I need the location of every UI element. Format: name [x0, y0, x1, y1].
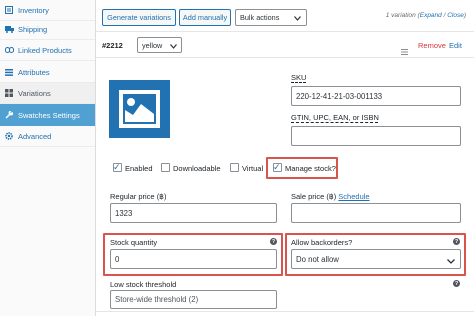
- sidebar-item-label: Attributes: [18, 67, 50, 77]
- variations-toolbar: Generate variations Add manually Bulk ac…: [96, 0, 474, 32]
- help-icon[interactable]: ?: [453, 280, 460, 287]
- enabled-label: Enabled: [125, 164, 153, 173]
- sidebar-item-label: Shipping: [18, 24, 48, 34]
- checkmark-icon: ✓: [273, 162, 281, 172]
- list-icon: [4, 67, 14, 77]
- inventory-icon: [4, 5, 14, 15]
- bulk-actions-select[interactable]: Bulk actions: [235, 9, 307, 26]
- allow-backorders-label: Allow backorders?: [291, 238, 353, 247]
- variation-id: #2212: [102, 41, 123, 50]
- close-link[interactable]: Close: [447, 12, 464, 19]
- edit-variation-link[interactable]: Edit: [449, 41, 462, 50]
- remove-variation-link[interactable]: Remove: [418, 41, 446, 50]
- bulk-actions-value: Bulk actions: [240, 13, 280, 22]
- help-icon[interactable]: ?: [270, 238, 277, 245]
- truck-icon: [4, 24, 14, 34]
- variation-image-button[interactable]: [109, 80, 170, 138]
- gear-icon: [4, 131, 14, 141]
- manage-stock-label: Manage stock?: [285, 164, 336, 173]
- expand-link[interactable]: Expand: [420, 12, 442, 19]
- sidebar-item-label: Linked Products: [18, 45, 72, 55]
- divider: [96, 311, 474, 312]
- enabled-checkbox[interactable]: ✓: [113, 162, 122, 172]
- sidebar-item-variations[interactable]: Variations: [0, 83, 95, 104]
- variation-count: 1 variation (Expand / Close): [386, 12, 466, 19]
- stock-quantity-label: Stock quantity: [110, 238, 158, 247]
- virtual-label: Virtual: [242, 164, 264, 173]
- chevron-down-icon: [170, 42, 177, 51]
- variation-header[interactable]: #2212 yellow Remove Edit: [96, 34, 474, 58]
- grid-icon: [4, 88, 14, 98]
- sidebar-item-label: Inventory: [18, 5, 49, 15]
- sidebar-item-swatches-settings[interactable]: Swatches Settings: [0, 104, 95, 126]
- wrench-icon: [4, 110, 14, 120]
- sale-price-label-wrap: Sale price (฿) Schedule: [291, 192, 370, 201]
- downloadable-label: Downloadable: [173, 164, 221, 173]
- link-icon: [4, 45, 14, 55]
- variations-panel: Generate variations Add manually Bulk ac…: [96, 0, 474, 316]
- checkmark-icon: ✓: [113, 162, 121, 172]
- variation-count-text: 1 variation (: [385, 12, 420, 19]
- gtin-input[interactable]: [291, 126, 461, 146]
- sku-input[interactable]: 220-12-41-21-03-001133: [291, 86, 461, 106]
- allow-backorders-select[interactable]: Do not allow: [291, 249, 461, 269]
- stock-quantity-input[interactable]: 0: [110, 249, 277, 269]
- sidebar-item-attributes[interactable]: Attributes: [0, 62, 95, 83]
- chevron-down-icon: [447, 257, 455, 266]
- chevron-down-icon: [294, 14, 301, 23]
- close-paren-text: ): [463, 12, 466, 19]
- sale-price-input[interactable]: [291, 203, 461, 223]
- virtual-checkbox[interactable]: [230, 163, 239, 172]
- add-manually-button[interactable]: Add manually: [179, 9, 231, 26]
- low-stock-input[interactable]: Store-wide threshold (2): [110, 290, 277, 309]
- allow-backorders-value: Do not allow: [296, 254, 339, 264]
- sidebar-item-inventory[interactable]: Inventory: [0, 0, 95, 21]
- help-icon[interactable]: ?: [453, 238, 460, 245]
- product-data-tabs: Inventory Shipping Linked Products Attri…: [0, 0, 96, 316]
- sidebar-item-label: Swatches Settings: [18, 110, 80, 120]
- sidebar-item-linked-products[interactable]: Linked Products: [0, 40, 95, 61]
- sidebar-item-label: Variations: [18, 88, 51, 98]
- attribute-select[interactable]: yellow: [137, 37, 182, 53]
- gtin-label: GTIN, UPC, EAN, or ISBN: [291, 113, 379, 122]
- sidebar-item-shipping[interactable]: Shipping: [0, 19, 95, 40]
- regular-price-label: Regular price (฿): [110, 192, 167, 201]
- sidebar-item-advanced[interactable]: Advanced: [0, 126, 95, 147]
- regular-price-input[interactable]: 1323: [110, 203, 277, 223]
- sidebar-item-label: Advanced: [18, 131, 52, 141]
- image-placeholder-icon: [119, 90, 160, 128]
- attribute-value: yellow: [142, 40, 163, 50]
- drag-handle-icon[interactable]: [401, 42, 408, 60]
- generate-variations-button[interactable]: Generate variations: [102, 9, 176, 26]
- low-stock-label: Low stock threshold: [110, 280, 177, 289]
- manage-stock-checkbox[interactable]: ✓: [273, 162, 282, 172]
- downloadable-checkbox[interactable]: [161, 163, 170, 172]
- sale-price-label: Sale price (฿): [291, 192, 337, 201]
- sku-label: SKU: [291, 73, 307, 82]
- schedule-link[interactable]: Schedule: [338, 192, 369, 201]
